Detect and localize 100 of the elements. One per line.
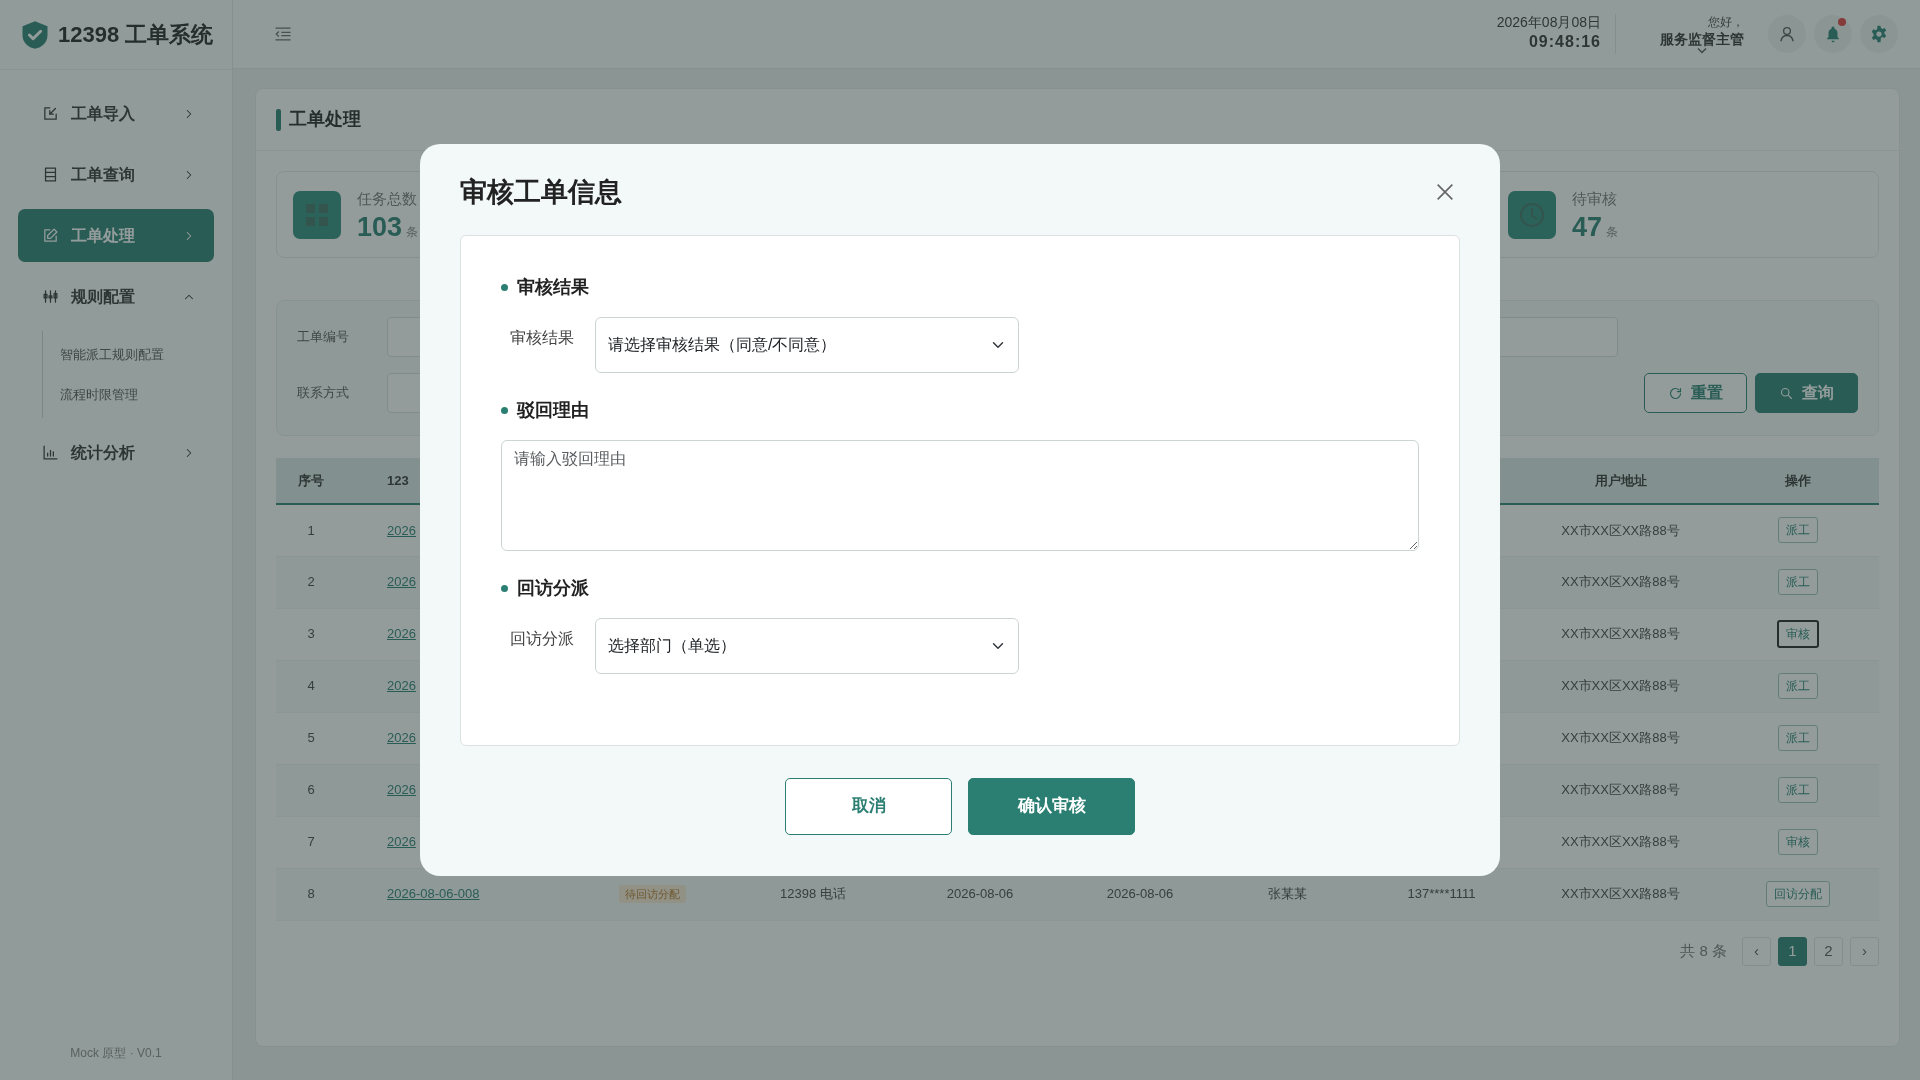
action-button[interactable]: 派工 — [1777, 517, 1818, 544]
table-cell: XX市XX区XX路88号 — [1561, 886, 1680, 902]
stat-label: 任务总数 — [357, 188, 418, 209]
field-label: 工单编号 — [297, 328, 350, 347]
search-icon — [1779, 385, 1794, 401]
order-link[interactable]: 2026 — [387, 522, 416, 538]
column-header: 用户地址 — [1594, 472, 1647, 488]
action-button[interactable]: 派工 — [1777, 777, 1818, 803]
import-icon — [42, 105, 59, 122]
table-cell: 张某某 — [1268, 886, 1307, 902]
bar-chart-icon — [42, 444, 59, 461]
order-link[interactable]: 2026 — [387, 678, 416, 694]
select-field[interactable]: 选择部门（单选） — [595, 617, 1019, 674]
gear-icon — [1870, 25, 1888, 43]
stat-value: 47 — [1572, 214, 1603, 242]
field-label: 审核结果 — [510, 327, 575, 348]
table-cell: XX市XX区XX路88号 — [1561, 834, 1680, 850]
stat-label: 待审核 — [1572, 188, 1618, 209]
stat-unit: 条 — [1606, 224, 1619, 242]
sidebar-item[interactable]: 规则配置 — [18, 270, 214, 323]
action-button[interactable]: 派工 — [1777, 725, 1818, 751]
submenu-item[interactable]: 智能派工规则配置 — [43, 335, 232, 375]
table-cell: 2026-08-06 — [946, 886, 1014, 902]
grid-icon — [293, 190, 341, 239]
order-link[interactable]: 2026 — [387, 626, 416, 642]
section-heading: 回访分派 — [517, 576, 589, 600]
table-cell: XX市XX区XX路88号 — [1561, 626, 1680, 642]
app-title: 12398 工单系统 — [58, 21, 214, 49]
list-icon — [42, 166, 59, 183]
table-cell: XX市XX区XX路88号 — [1561, 782, 1680, 798]
sidebar-item[interactable]: 工单处理 — [18, 209, 214, 262]
stat-unit: 条 — [406, 224, 419, 242]
stat-value: 103 — [357, 214, 403, 242]
field-label: 联系方式 — [297, 384, 350, 403]
table-cell: 4 — [307, 678, 315, 694]
table-cell: 8 — [307, 886, 315, 902]
column-header: 序号 — [298, 472, 324, 488]
table-cell: 7 — [307, 834, 315, 850]
table-cell: 3 — [307, 626, 315, 642]
table-cell: XX市XX区XX路88号 — [1561, 574, 1680, 590]
action-button[interactable]: 回访分配 — [1765, 881, 1830, 907]
dialog-title: 审核工单信息 — [460, 176, 622, 209]
bullet-dot — [501, 283, 508, 291]
order-link[interactable]: 2026 — [387, 834, 416, 850]
confirm-button[interactable]: 确认审核 — [968, 777, 1135, 835]
order-link[interactable]: 2026 — [387, 574, 416, 590]
order-link[interactable]: 2026-08-06-008 — [387, 886, 480, 902]
total-count: 共 8 条 — [1680, 940, 1727, 961]
action-button[interactable]: 派工 — [1777, 569, 1818, 595]
text-area[interactable]: 请输入驳回理由 — [501, 439, 1419, 551]
user-menu-button[interactable]: 服务监督主管 — [1660, 30, 1744, 56]
table-cell: 6 — [307, 782, 315, 798]
field-label: 回访分派 — [510, 628, 575, 649]
bullet-dot — [501, 584, 508, 592]
table-cell: 2 — [307, 574, 315, 590]
title-accent-bar — [276, 108, 281, 131]
search-button[interactable]: 查询 — [1755, 373, 1858, 413]
person-icon — [1778, 25, 1796, 43]
caret-down-icon — [1697, 47, 1707, 56]
settings-button[interactable] — [1860, 15, 1898, 53]
sidebar-item[interactable]: 工单导入 — [18, 87, 214, 140]
time-text: 09:48:16 — [1528, 32, 1601, 53]
table-cell: 12398 电话 — [780, 886, 846, 902]
next-page-button[interactable]: › — [1850, 936, 1879, 966]
table-cell: XX市XX区XX路88号 — [1561, 730, 1680, 746]
profile-button[interactable] — [1768, 15, 1806, 53]
page-title: 工单处理 — [289, 108, 361, 131]
action-button[interactable]: 审核 — [1777, 829, 1818, 855]
section-heading: 驳回理由 — [517, 398, 589, 422]
action-button[interactable]: 审核 — [1776, 620, 1819, 648]
page-button[interactable]: 2 — [1814, 936, 1843, 966]
date-text: 2026年08月08日 — [1496, 13, 1601, 31]
order-link[interactable]: 2026 — [387, 730, 416, 746]
order-link[interactable]: 2026 — [387, 782, 416, 798]
refresh-icon — [1668, 385, 1683, 401]
sidebar-item[interactable]: 统计分析 — [18, 426, 214, 479]
table-cell: 1 — [307, 522, 315, 538]
bell-icon — [1824, 25, 1842, 43]
submenu-item[interactable]: 流程时限管理 — [43, 374, 232, 414]
select-field[interactable]: 请选择审核结果（同意/不同意） — [595, 316, 1019, 373]
notification-button[interactable] — [1814, 15, 1852, 53]
sliders-icon — [42, 288, 59, 305]
action-button[interactable]: 派工 — [1777, 673, 1818, 699]
page-button[interactable]: 1 — [1778, 936, 1807, 966]
table-cell: XX市XX区XX路88号 — [1561, 522, 1680, 538]
bullet-dot — [501, 406, 508, 414]
table-cell: 137****1111 — [1407, 886, 1476, 902]
edit-icon — [42, 227, 59, 244]
greeting-text: 您好， — [1708, 13, 1744, 31]
reset-button[interactable]: 重置 — [1644, 373, 1747, 413]
table-cell: XX市XX区XX路88号 — [1561, 678, 1680, 694]
column-header: 操作 — [1784, 472, 1811, 488]
prev-page-button[interactable]: ‹ — [1742, 936, 1771, 966]
sidebar-item[interactable]: 工单查询 — [18, 148, 214, 201]
status-badge: 待回访分配 — [619, 885, 686, 904]
cancel-button[interactable]: 取消 — [785, 777, 952, 835]
table-cell: 5 — [307, 730, 315, 746]
column-header: 123 — [387, 472, 409, 488]
table-cell: 2026-08-06 — [1106, 886, 1174, 902]
section-heading: 审核结果 — [517, 275, 589, 299]
